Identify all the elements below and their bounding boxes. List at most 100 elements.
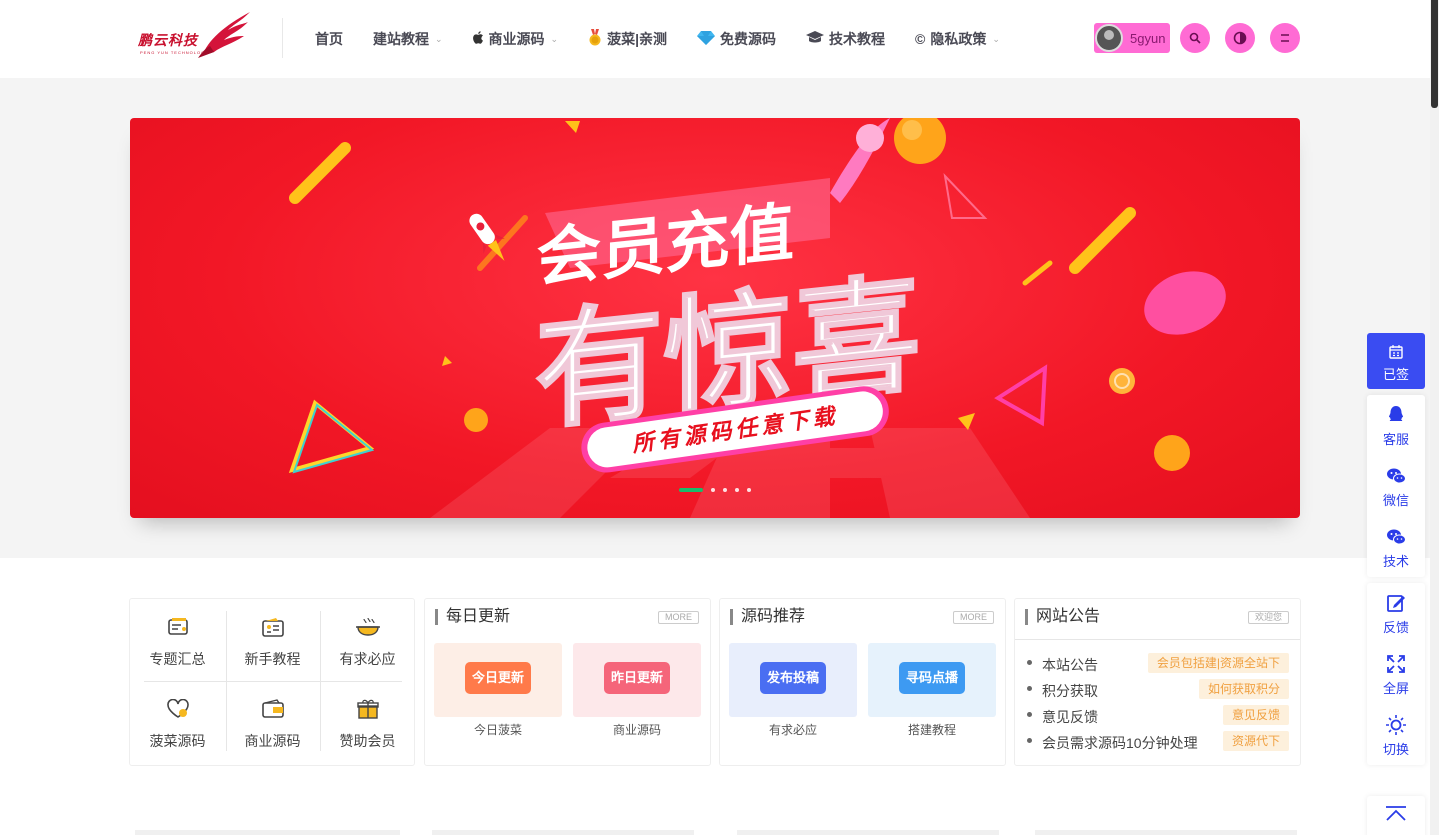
more-link[interactable]: MORE <box>658 611 699 624</box>
shortcut-label: 商业源码 <box>244 733 301 749</box>
back-to-top-button[interactable] <box>1367 796 1425 835</box>
notice-text: 会员需求源码10分钟处理 <box>1042 735 1198 751</box>
shortcut-bocai-source[interactable]: 菠菜源码 <box>130 691 225 763</box>
user-menu[interactable]: 5gyun <box>1094 23 1170 53</box>
side-wechat[interactable]: 微信 <box>1367 456 1425 512</box>
daily-thumb-yesterday[interactable]: 昨日更新 <box>573 643 701 717</box>
carousel-dot[interactable] <box>723 488 727 492</box>
thumb-label[interactable]: 搭建教程 <box>868 721 996 738</box>
side-label: 全屏 <box>1382 681 1409 696</box>
shortcut-topics[interactable]: 专题汇总 <box>130 609 225 681</box>
gift-icon <box>357 699 379 719</box>
shortcut-label: 赞助会员 <box>339 733 396 749</box>
notice-row[interactable]: 意见反馈 意见反馈 <box>1027 705 1289 725</box>
wallet-icon <box>262 699 284 718</box>
promo-banner[interactable]: 会员充值 有惊喜 所有源码任意下载 <box>130 118 1300 518</box>
notice-row[interactable]: 本站公告 会员包括建|资源全站下 <box>1027 653 1289 673</box>
more-link[interactable]: MORE <box>953 611 994 624</box>
welcome-tag: 欢迎您 <box>1248 611 1290 624</box>
arrow-up-icon <box>1386 806 1406 821</box>
menu-button[interactable] <box>1270 23 1300 53</box>
nav-home[interactable]: 首页 <box>315 29 343 49</box>
nav-free-source[interactable]: 免费源码 <box>697 29 776 49</box>
carousel-dot[interactable] <box>711 488 715 492</box>
topic-icon <box>168 618 188 635</box>
side-fullscreen[interactable]: 全屏 <box>1367 644 1425 700</box>
nav-bocai[interactable]: 菠菜|亲测 <box>588 29 667 49</box>
username: 5gyun <box>1130 30 1166 46</box>
section-title: 源码推荐 <box>730 609 805 625</box>
nav-privacy[interactable]: © 隐私政策 ⌄ <box>915 29 1000 49</box>
scrollbar-thumb[interactable] <box>1431 0 1438 108</box>
notice-text: 本站公告 <box>1042 657 1098 673</box>
nav-site-tutorials[interactable]: 建站教程 ⌄ <box>373 29 443 49</box>
search-button[interactable] <box>1180 23 1210 53</box>
thumb-label[interactable]: 有求必应 <box>729 721 857 738</box>
carousel-dots <box>679 488 759 492</box>
logo-text: 鹏云科技 <box>138 33 198 49</box>
nav-label: 技术教程 <box>829 31 886 47</box>
notice-tag[interactable]: 资源代下 <box>1222 731 1289 751</box>
wechat-icon <box>1387 468 1406 484</box>
recommend-thumb-submit[interactable]: 发布投稿 <box>729 643 857 717</box>
chevron-down-icon: ⌄ <box>550 33 559 44</box>
notice-tag[interactable]: 意见反馈 <box>1222 705 1289 725</box>
site-header: 鹏云科技 PENG YUN TECHNOLOGY 首页 建站教程 ⌄ 商业源码 … <box>0 0 1430 78</box>
carousel-dot[interactable] <box>735 488 739 492</box>
daily-thumb-today[interactable]: 今日更新 <box>434 643 562 717</box>
daily-updates-card: 每日更新 MORE 今日更新 今日菠菜 昨日更新 商业源码 <box>424 598 711 766</box>
shortcut-sponsor[interactable]: 赞助会员 <box>320 691 415 763</box>
notice-row[interactable]: 积分获取 如何获取积分 <box>1027 679 1289 699</box>
next-section-hint <box>737 830 999 835</box>
shortcut-requests[interactable]: 有求必应 <box>320 609 415 681</box>
wing-logo-icon <box>198 12 250 58</box>
notice-tag[interactable]: 会员包括建|资源全站下 <box>1147 653 1289 673</box>
thumb-badge: 寻码点播 <box>899 662 965 694</box>
side-qq-service[interactable]: 客服 <box>1367 395 1425 451</box>
carousel-dot[interactable] <box>747 488 751 492</box>
nav-label: 菠菜|亲测 <box>607 31 668 47</box>
chevron-down-icon: ⌄ <box>435 33 443 44</box>
shortcut-beginner[interactable]: 新手教程 <box>225 609 320 681</box>
recommend-thumb-request[interactable]: 寻码点播 <box>868 643 996 717</box>
side-feedback[interactable]: 反馈 <box>1367 583 1425 639</box>
notice-row[interactable]: 会员需求源码10分钟处理 资源代下 <box>1027 731 1289 751</box>
carousel-dot-active[interactable] <box>679 488 703 492</box>
nav-label: 建站教程 <box>373 31 429 47</box>
side-signin-button[interactable]: 已签 <box>1367 333 1425 389</box>
section-title: 网站公告 <box>1025 609 1100 625</box>
side-label: 已签 <box>1382 367 1409 382</box>
side-tools-group: 反馈 全屏 切换 <box>1367 583 1425 765</box>
next-section-hint <box>135 830 400 835</box>
avatar <box>1095 24 1123 52</box>
thumb-label[interactable]: 商业源码 <box>573 721 701 738</box>
side-theme-switch[interactable]: 切换 <box>1367 705 1425 761</box>
next-section-hint <box>1035 830 1297 835</box>
notice-card: 网站公告 欢迎您 本站公告 会员包括建|资源全站下 积分获取 如何获取积分 意见… <box>1014 598 1301 766</box>
theme-toggle-button[interactable] <box>1225 23 1255 53</box>
banner-section: 会员充值 有惊喜 所有源码任意下载 <box>0 78 1430 558</box>
tutorial-icon <box>262 618 284 637</box>
shortcut-commercial-source[interactable]: 商业源码 <box>225 691 320 763</box>
page-scrollbar[interactable] <box>1430 0 1439 835</box>
chevron-down-icon: ⌄ <box>992 33 1000 44</box>
graduation-cap-icon <box>806 31 825 47</box>
nav-commercial-source[interactable]: 商业源码 ⌄ <box>472 29 559 49</box>
notice-text: 积分获取 <box>1042 683 1098 699</box>
fullscreen-icon <box>1387 655 1405 673</box>
side-tech-wechat[interactable]: 技术 <box>1367 517 1425 573</box>
thumb-label[interactable]: 今日菠菜 <box>434 721 562 738</box>
content-section: 专题汇总 新手教程 有求必应 菠菜源码 商业源码 赞助会员 每日更新 MORE … <box>0 558 1430 835</box>
side-label: 技术 <box>1382 554 1409 569</box>
next-section-hint <box>432 830 694 835</box>
side-contact-group: 客服 微信 技术 <box>1367 395 1425 577</box>
diamond-icon <box>697 30 716 48</box>
nav-label: 隐私政策 <box>930 31 987 47</box>
wechat-icon <box>1387 529 1406 545</box>
side-label: 反馈 <box>1382 620 1409 635</box>
nav-label: 首页 <box>315 31 343 47</box>
notice-tag[interactable]: 如何获取积分 <box>1198 679 1289 699</box>
header-divider <box>282 18 283 58</box>
nav-tech-tutorials[interactable]: 技术教程 <box>806 29 885 49</box>
site-logo[interactable]: 鹏云科技 PENG YUN TECHNOLOGY <box>134 10 252 60</box>
